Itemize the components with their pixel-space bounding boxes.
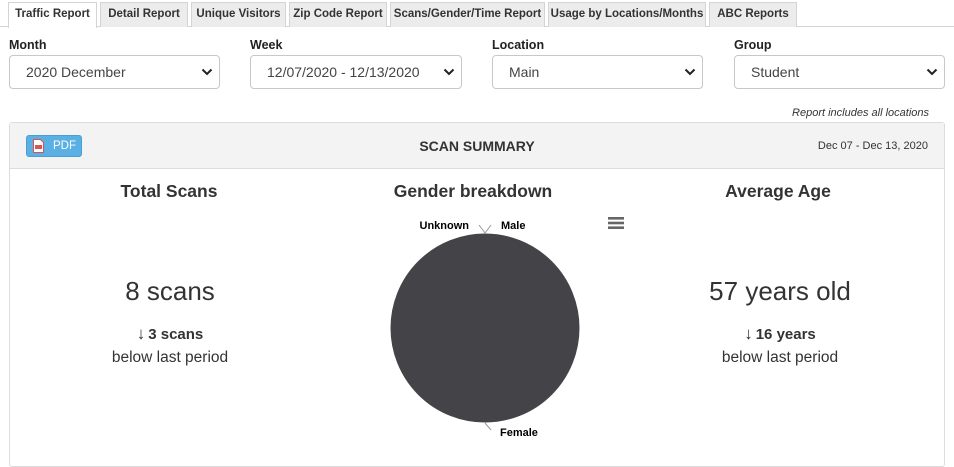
total-scans-delta: ↓ 3 scans	[20, 324, 320, 344]
week-select[interactable]: 12/07/2020 - 12/13/2020	[250, 55, 462, 89]
location-select[interactable]: Main	[492, 55, 703, 89]
month-select[interactable]: 2020 December	[9, 55, 220, 89]
tab-detail-report[interactable]: Detail Report	[100, 2, 188, 27]
arrow-down-icon: ↓	[744, 324, 753, 343]
average-age-value: 57 years old	[709, 276, 851, 306]
pie-connector-female	[484, 422, 492, 431]
week-value: 12/07/2020 - 12/13/2020	[267, 64, 420, 80]
pie-label-female: Female	[500, 427, 538, 439]
location-label: Location	[492, 38, 545, 52]
date-range: Dec 07 - Dec 13, 2020	[817, 140, 928, 152]
tab-unique-visitors[interactable]: Unique Visitors	[191, 2, 286, 27]
tab-usage-by-locations-months[interactable]: Usage by Locations/Months	[548, 2, 706, 27]
average-age-delta: ↓ 16 years	[630, 324, 930, 344]
average-age-delta-note: below last period	[721, 349, 839, 366]
chevron-down-icon	[201, 68, 213, 76]
tab-traffic-report[interactable]: Traffic Report	[8, 2, 97, 28]
tab-abc-reports[interactable]: ABC Reports	[709, 2, 797, 27]
location-value: Main	[509, 64, 540, 80]
group-select[interactable]: Student	[734, 55, 945, 89]
panel-title: SCAN SUMMARY	[419, 138, 535, 154]
total-scans-delta-note: below last period	[111, 349, 229, 366]
gender-pie-chart: Unknown Male Female	[389, 220, 581, 439]
scan-summary-panel: PDF SCAN SUMMARY Dec 07 - Dec 13, 2020 T…	[9, 122, 945, 467]
pie-connector-male	[484, 224, 492, 234]
panel-header: PDF SCAN SUMMARY Dec 07 - Dec 13, 2020	[10, 123, 944, 169]
month-label: Month	[9, 38, 47, 52]
month-value: 2020 December	[26, 64, 126, 80]
arrow-down-icon: ↓	[136, 324, 146, 343]
pie-slice-female[interactable]	[389, 232, 581, 424]
group-label: Group	[734, 38, 772, 52]
locations-note: Report includes all locations	[792, 107, 929, 119]
pie-label-unknown: Unknown	[420, 220, 470, 232]
chevron-down-icon	[443, 68, 455, 76]
report-tabs: Traffic Report Detail Report Unique Visi…	[0, 0, 954, 28]
tab-scans-gender-time-report[interactable]: Scans/Gender/Time Report	[390, 2, 545, 27]
total-scans-value: 8 scans	[125, 276, 215, 306]
gender-breakdown-title: Gender breakdown	[393, 181, 553, 201]
tab-zip-code-report[interactable]: Zip Code Report	[289, 2, 387, 27]
chart-menu-icon[interactable]	[607, 215, 625, 231]
average-age-title: Average Age	[725, 181, 831, 201]
chevron-down-icon	[926, 68, 938, 76]
week-label: Week	[250, 38, 283, 52]
group-value: Student	[751, 64, 800, 80]
average-age-delta-value: 16 years	[755, 326, 816, 343]
total-scans-title: Total Scans	[120, 181, 218, 201]
chevron-down-icon	[684, 68, 696, 76]
total-scans-delta-value: 3 scans	[148, 326, 204, 343]
pie-label-male: Male	[501, 220, 525, 232]
pie-connector-unknown	[478, 224, 486, 234]
